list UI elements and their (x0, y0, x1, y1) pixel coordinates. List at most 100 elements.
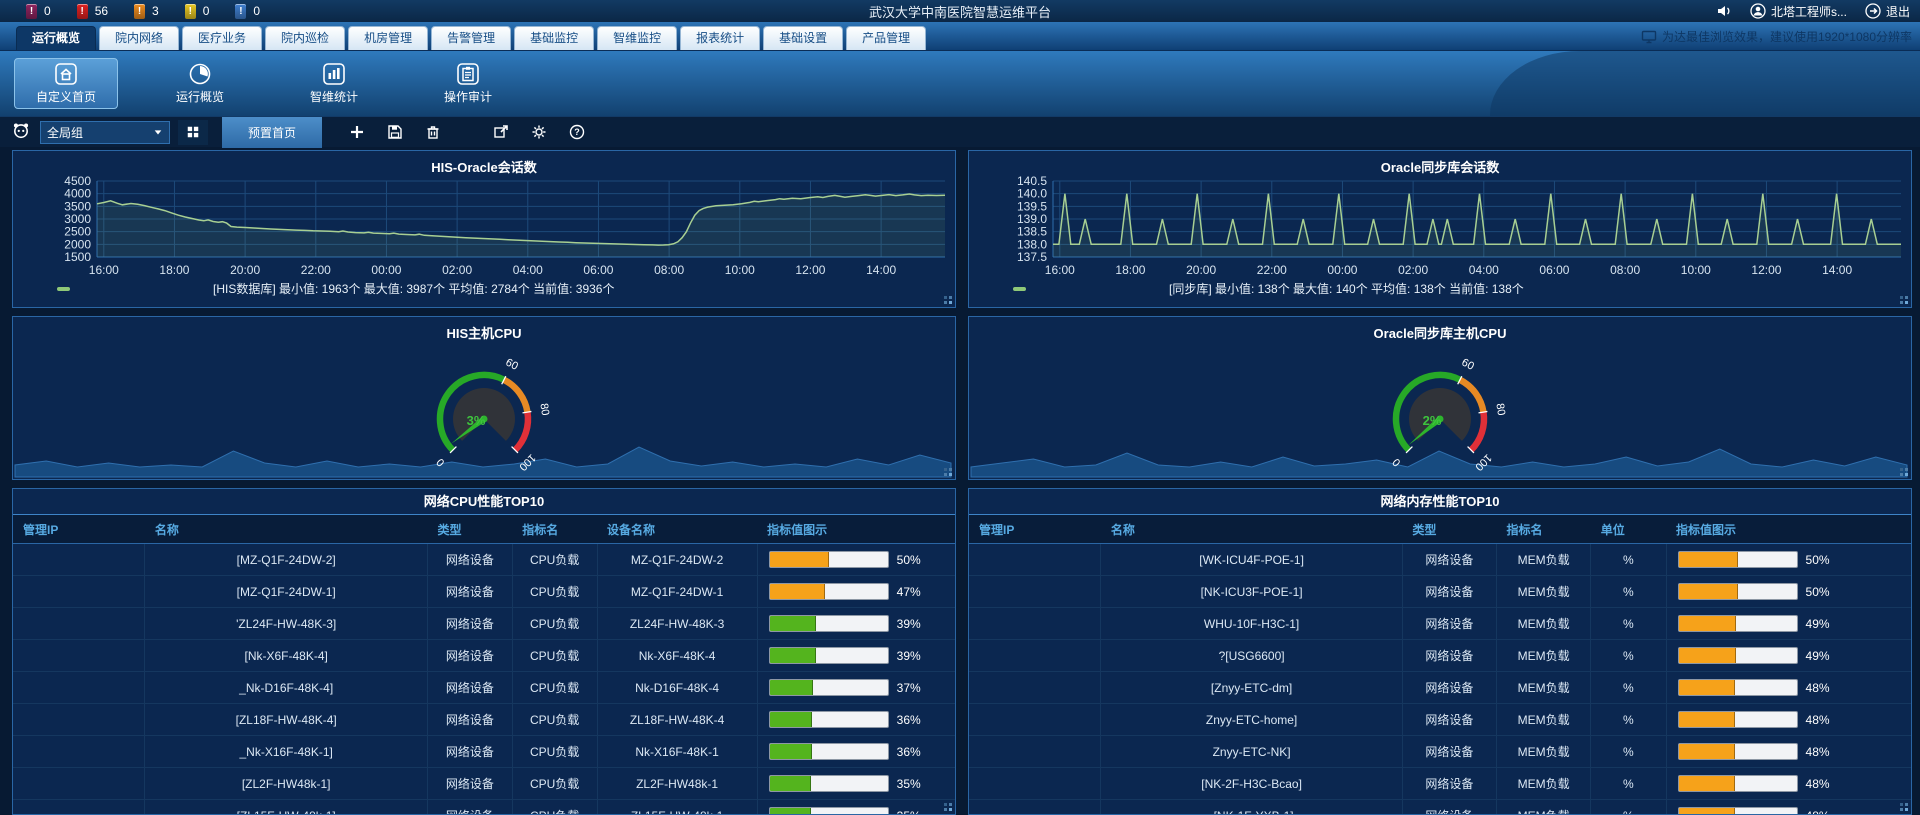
col-header-1[interactable]: 名称 (145, 515, 428, 544)
alarm-minor[interactable]: !3 (134, 4, 159, 19)
add-button[interactable] (346, 121, 368, 143)
col-header-3[interactable]: 指标名 (1497, 515, 1591, 544)
table-row[interactable]: ?[USG6600]网络设备MEM负载%49% (969, 640, 1911, 672)
metric-value: 47% (897, 585, 921, 599)
page-tab-preset-home[interactable]: 预置首页 (222, 117, 322, 148)
alarm-major-icon: ! (77, 4, 88, 19)
resize-grip[interactable] (1898, 294, 1909, 305)
metric-value: 39% (897, 617, 921, 631)
metric-bar-track (1678, 775, 1798, 792)
cell-type: 网络设备 (427, 672, 512, 704)
table-row[interactable]: [Nk-X6F-48K-4]网络设备CPU负载Nk-X6F-48K-439% (13, 640, 955, 672)
group-icon[interactable] (12, 121, 30, 144)
metric-bar-fill (1679, 744, 1736, 759)
resize-grip[interactable] (942, 466, 953, 477)
subnav-item-label: 智维统计 (290, 88, 378, 105)
logout-button[interactable]: 退出 (1865, 3, 1910, 20)
resize-grip[interactable] (942, 801, 953, 812)
cell-metric: CPU负载 (512, 640, 597, 672)
svg-text:12:00: 12:00 (1751, 263, 1781, 277)
resize-grip[interactable] (1898, 466, 1909, 477)
table-row[interactable]: Znyy-ETC-home]网络设备MEM负载%48% (969, 704, 1911, 736)
col-header-4[interactable]: 单位 (1591, 515, 1666, 544)
subnav-item-label: 自定义首页 (22, 88, 110, 105)
resize-grip[interactable] (942, 294, 953, 305)
tab-8[interactable]: 报表统计 (680, 26, 760, 50)
tab-7[interactable]: 智维监控 (597, 26, 677, 50)
delete-button[interactable] (422, 121, 444, 143)
col-header-0[interactable]: 管理IP (13, 515, 145, 544)
delete-icon (425, 124, 441, 140)
cell-name: [Nk-X6F-48K-4] (145, 640, 428, 672)
col-header-4[interactable]: 设备名称 (597, 515, 757, 544)
settings-button[interactable] (528, 121, 550, 143)
subnav-item-0[interactable]: 自定义首页 (14, 58, 118, 109)
metric-bar-track (1678, 679, 1798, 696)
table-row[interactable]: [MZ-Q1F-24DW-1]网络设备CPU负载MZ-Q1F-24DW-147% (13, 576, 955, 608)
cell-name: [MZ-Q1F-24DW-1] (145, 576, 428, 608)
alarm-critical[interactable]: !0 (26, 4, 51, 19)
tab-3[interactable]: 院内巡检 (265, 26, 345, 50)
save-button[interactable] (384, 121, 406, 143)
tab-4[interactable]: 机房管理 (348, 26, 428, 50)
table-row[interactable]: 'ZL24F-HW-48K-3]网络设备CPU负载ZL24F-HW-48K-33… (13, 608, 955, 640)
table-row[interactable]: [NK-ICU3F-POE-1]网络设备MEM负载%50% (969, 576, 1911, 608)
table-row[interactable]: [NK-2F-H3C-Bcao]网络设备MEM负载%48% (969, 768, 1911, 800)
svg-text:20:00: 20:00 (1186, 263, 1216, 277)
alarm-major[interactable]: !56 (77, 4, 108, 19)
subnav-item-3[interactable]: 操作审计 (416, 58, 520, 109)
tab-1[interactable]: 院内网络 (99, 26, 179, 50)
col-header-5[interactable]: 指标值图示 (757, 515, 955, 544)
col-header-1[interactable]: 名称 (1101, 515, 1402, 544)
resize-grip[interactable] (1898, 801, 1909, 812)
col-header-5[interactable]: 指标值图示 (1666, 515, 1911, 544)
cell-name: -[NK-1F-YXB-1] (1101, 800, 1402, 815)
tab-10[interactable]: 产品管理 (846, 26, 926, 50)
group-select[interactable]: 全局组 (40, 121, 170, 144)
legend-marker (1013, 287, 1026, 291)
col-header-3[interactable]: 指标名 (512, 515, 597, 544)
col-header-0[interactable]: 管理IP (969, 515, 1101, 544)
col-header-2[interactable]: 类型 (1402, 515, 1496, 544)
metric-bar-track (1678, 583, 1798, 600)
panel-cpu-top10-table: 网络CPU性能TOP10 管理IP名称类型指标名设备名称指标值图示[MZ-Q1F… (12, 488, 956, 815)
alarm-info[interactable]: !0 (235, 4, 260, 19)
metric-value: 35% (897, 777, 921, 791)
metric-bar-fill (770, 680, 814, 695)
tab-9[interactable]: 基础设置 (763, 26, 843, 50)
cell-metric-bar: 49% (1666, 640, 1911, 672)
table-row[interactable]: _Nk-D16F-48K-4]网络设备CPU负载Nk-D16F-48K-437% (13, 672, 955, 704)
svg-text:06:00: 06:00 (1539, 263, 1569, 277)
subnav-item-2[interactable]: 智维统计 (282, 58, 386, 109)
subnav-item-1[interactable]: 运行概览 (148, 58, 252, 109)
table-row[interactable]: WHU-10F-H3C-1]网络设备MEM负载%49% (969, 608, 1911, 640)
tab-6[interactable]: 基础监控 (514, 26, 594, 50)
table-row[interactable]: [Znyy-ETC-dm]网络设备MEM负载%48% (969, 672, 1911, 704)
table-row[interactable]: _Nk-X16F-48K-1]网络设备CPU负载Nk-X16F-48K-136% (13, 736, 955, 768)
cell-metric-bar: 47% (757, 576, 955, 608)
export-button[interactable] (490, 121, 512, 143)
user-menu[interactable]: 北塔工程师s... (1750, 3, 1847, 20)
table-row[interactable]: [WK-ICU4F-POE-1]网络设备MEM负载%50% (969, 544, 1911, 576)
cell-type: 网络设备 (427, 576, 512, 608)
table-row[interactable]: Znyy-ETC-NK]网络设备MEM负载%48% (969, 736, 1911, 768)
alarm-warning[interactable]: !0 (185, 4, 210, 19)
tab-5[interactable]: 告警管理 (431, 26, 511, 50)
table-row[interactable]: -[NK-1F-YXB-1]网络设备MEM负载%48% (969, 800, 1911, 815)
cell-unit: % (1591, 672, 1666, 704)
svg-text:60: 60 (1460, 357, 1476, 373)
metric-bar-track (769, 647, 889, 664)
cell-metric: CPU负载 (512, 544, 597, 576)
table-row[interactable]: [MZ-Q1F-24DW-2]网络设备CPU负载MZ-Q1F-24DW-250% (13, 544, 955, 576)
tab-2[interactable]: 医疗业务 (182, 26, 262, 50)
table-row[interactable]: [ZL2F-HW48k-1]网络设备CPU负载ZL2F-HW48k-135% (13, 768, 955, 800)
help-button[interactable]: ? (566, 121, 588, 143)
tab-0[interactable]: 运行概览 (16, 26, 96, 50)
col-header-2[interactable]: 类型 (427, 515, 512, 544)
metric-bar-fill (1679, 584, 1738, 599)
sound-icon[interactable] (1716, 3, 1732, 19)
table-row[interactable]: [ZL15F-HW-48k-1]网络设备CPU负载ZL15F-HW-48k-13… (13, 800, 955, 815)
layout-grid-button[interactable] (178, 120, 208, 145)
table-row[interactable]: [ZL18F-HW-48K-4]网络设备CPU负载ZL18F-HW-48K-43… (13, 704, 955, 736)
metric-bar-fill (770, 552, 829, 567)
